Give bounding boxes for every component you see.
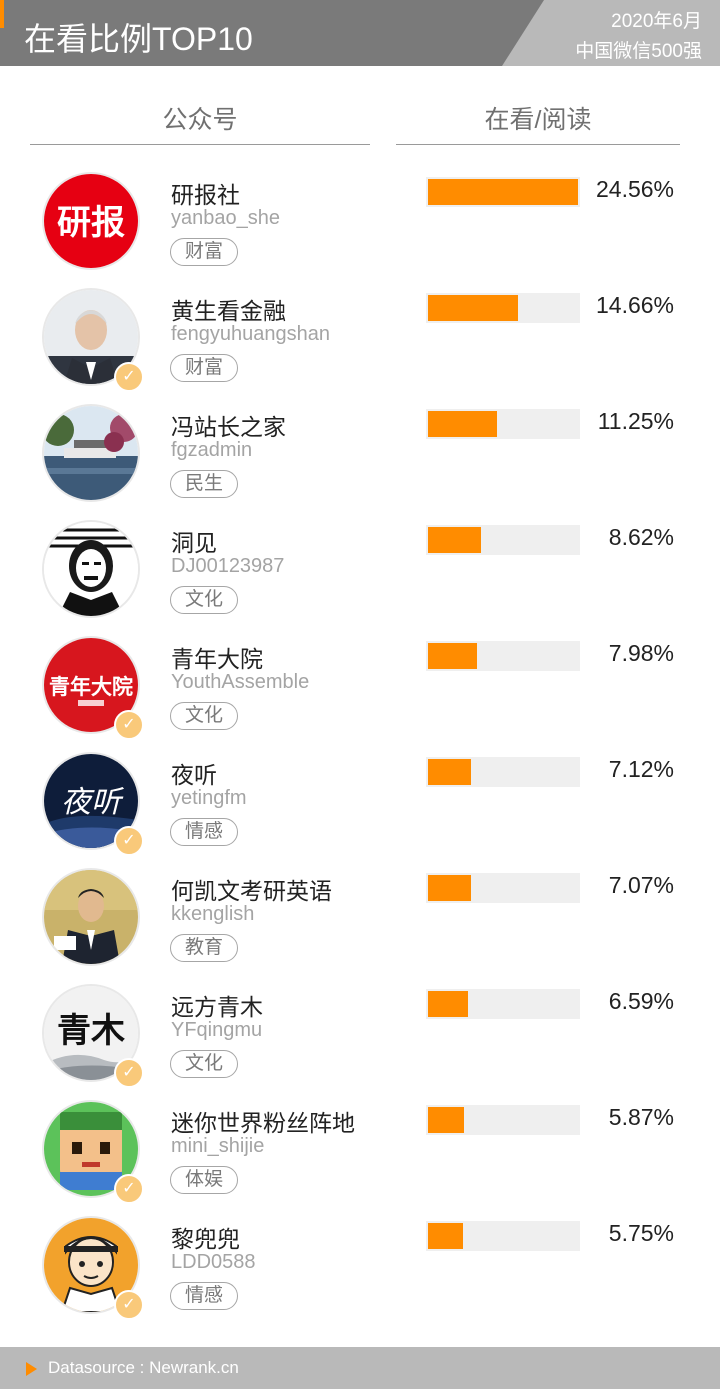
table-row: ✓ 迷你世界粉丝阵地 mini_shijie 体娱 5.87% (0, 1102, 720, 1218)
svg-text:夜听: 夜听 (61, 786, 125, 819)
column-header-account: 公众号 (162, 106, 238, 134)
table-row: 夜听 ✓ 夜听 yetingfm 情感 7.12% (0, 754, 720, 870)
table-row: 青木 ✓ 远方青木 YFqingmu 文化 6.59% (0, 986, 720, 1102)
column-divider-ratio (396, 144, 680, 145)
account-name: 迷你世界粉丝阵地 (171, 1110, 355, 1136)
table-row: 冯站长之家 fgzadmin 民生 11.25% (0, 406, 720, 522)
svg-text:研报: 研报 (57, 204, 125, 242)
verified-check-icon: ✓ (114, 1058, 144, 1088)
account-name: 何凯文考研英语 (171, 878, 332, 904)
table-row: 何凯文考研英语 kkenglish 教育 7.07% (0, 870, 720, 986)
bar-track (426, 409, 580, 439)
bar-fill (428, 643, 477, 669)
account-name: 青年大院 (171, 646, 263, 672)
account-id: YouthAssemble (171, 671, 310, 693)
account-id: yetingfm (171, 787, 247, 809)
bar-fill (428, 1223, 464, 1249)
account-id: fengyuhuangshan (171, 323, 331, 345)
verified-check-icon: ✓ (114, 1174, 144, 1204)
bar-fill (428, 991, 469, 1017)
account-name: 黄生看金融 (171, 298, 286, 324)
bar-track (426, 177, 580, 207)
footer-bar: Datasource : Newrank.cn (0, 1347, 720, 1389)
category-tag: 文化 (170, 702, 238, 730)
header-subtitle: 中国微信500强 (575, 41, 702, 62)
bar-value-label: 6.59% (608, 988, 674, 1014)
table-row: 洞见 DJ00123987 文化 8.62% (0, 522, 720, 638)
bar-track (426, 293, 580, 323)
category-tag: 体娱 (170, 1166, 238, 1194)
account-id: yanbao_she (171, 207, 280, 229)
verified-check-icon: ✓ (114, 362, 144, 392)
account-name: 远方青木 (171, 994, 263, 1020)
account-name: 冯站长之家 (171, 414, 286, 440)
bar-fill (428, 295, 518, 321)
account-id: YFqingmu (171, 1019, 263, 1041)
woodcut-portrait-icon (44, 522, 138, 616)
verified-check-icon: ✓ (114, 826, 144, 856)
bar-fill (428, 179, 578, 205)
category-tag: 文化 (170, 586, 238, 614)
bar-fill (428, 411, 497, 437)
bar-value-label: 24.56% (595, 176, 674, 202)
svg-text:青年大院: 青年大院 (49, 675, 133, 699)
bar-value-label: 11.25% (597, 408, 674, 434)
bar-fill (428, 527, 481, 553)
svg-text:青木: 青木 (57, 1012, 125, 1050)
data-source-label: Datasource : Newrank.cn (48, 1358, 239, 1377)
account-id: LDD0588 (171, 1251, 256, 1273)
bar-fill (428, 759, 472, 785)
bar-fill (428, 875, 472, 901)
verified-check-icon: ✓ (114, 1290, 144, 1320)
bar-track (426, 989, 580, 1019)
table-row: ✓ 黎兜兜 LDD0588 情感 5.75% (0, 1218, 720, 1334)
play-triangle-icon (26, 1362, 37, 1376)
column-divider-account (30, 144, 370, 145)
bar-value-label: 14.66% (595, 292, 674, 318)
bar-track (426, 525, 580, 555)
category-tag: 教育 (170, 934, 238, 962)
category-tag: 财富 (170, 354, 238, 382)
account-id: DJ00123987 (171, 555, 285, 577)
bar-track (426, 873, 580, 903)
lake-scenery-icon (44, 406, 138, 500)
bar-track (426, 757, 580, 787)
header-banner: 在看比例TOP10 2020年6月 中国微信500强 (0, 0, 720, 66)
table-row: 研报 研报社 yanbao_she 财富 24.56% (0, 174, 720, 290)
account-name: 研报社 (171, 182, 240, 208)
bar-value-label: 7.07% (608, 872, 674, 898)
bar-value-label: 7.12% (608, 756, 674, 782)
category-tag: 情感 (170, 818, 238, 846)
account-id: kkenglish (171, 903, 255, 925)
bar-track (426, 641, 580, 671)
header-accent-bar (0, 0, 4, 28)
category-tag: 情感 (170, 1282, 238, 1310)
bar-fill (428, 1107, 464, 1133)
bar-value-label: 7.98% (608, 640, 674, 666)
header-date: 2020年6月 (611, 11, 702, 32)
account-name: 洞见 (171, 530, 217, 556)
account-id: fgzadmin (171, 439, 253, 461)
verified-check-icon: ✓ (114, 710, 144, 740)
account-name: 黎兜兜 (171, 1226, 240, 1252)
category-tag: 民生 (170, 470, 238, 498)
category-tag: 文化 (170, 1050, 238, 1078)
speaker-photo-icon (44, 870, 138, 964)
category-tag: 财富 (170, 238, 238, 266)
table-row: ✓ 黄生看金融 fengyuhuangshan 财富 14.66% (0, 290, 720, 406)
account-id: mini_shijie (171, 1135, 265, 1157)
bar-track (426, 1105, 580, 1135)
yanbao-logo-icon: 研报 (44, 174, 138, 268)
bar-value-label: 8.62% (608, 524, 674, 550)
account-name: 夜听 (171, 762, 217, 788)
page-title: 在看比例TOP10 (24, 21, 253, 57)
bar-value-label: 5.87% (608, 1104, 674, 1130)
bar-value-label: 5.75% (608, 1220, 674, 1246)
bar-track (426, 1221, 580, 1251)
column-header-ratio: 在看/阅读 (484, 106, 592, 134)
table-row: 青年大院 ✓ 青年大院 YouthAssemble 文化 7.98% (0, 638, 720, 754)
